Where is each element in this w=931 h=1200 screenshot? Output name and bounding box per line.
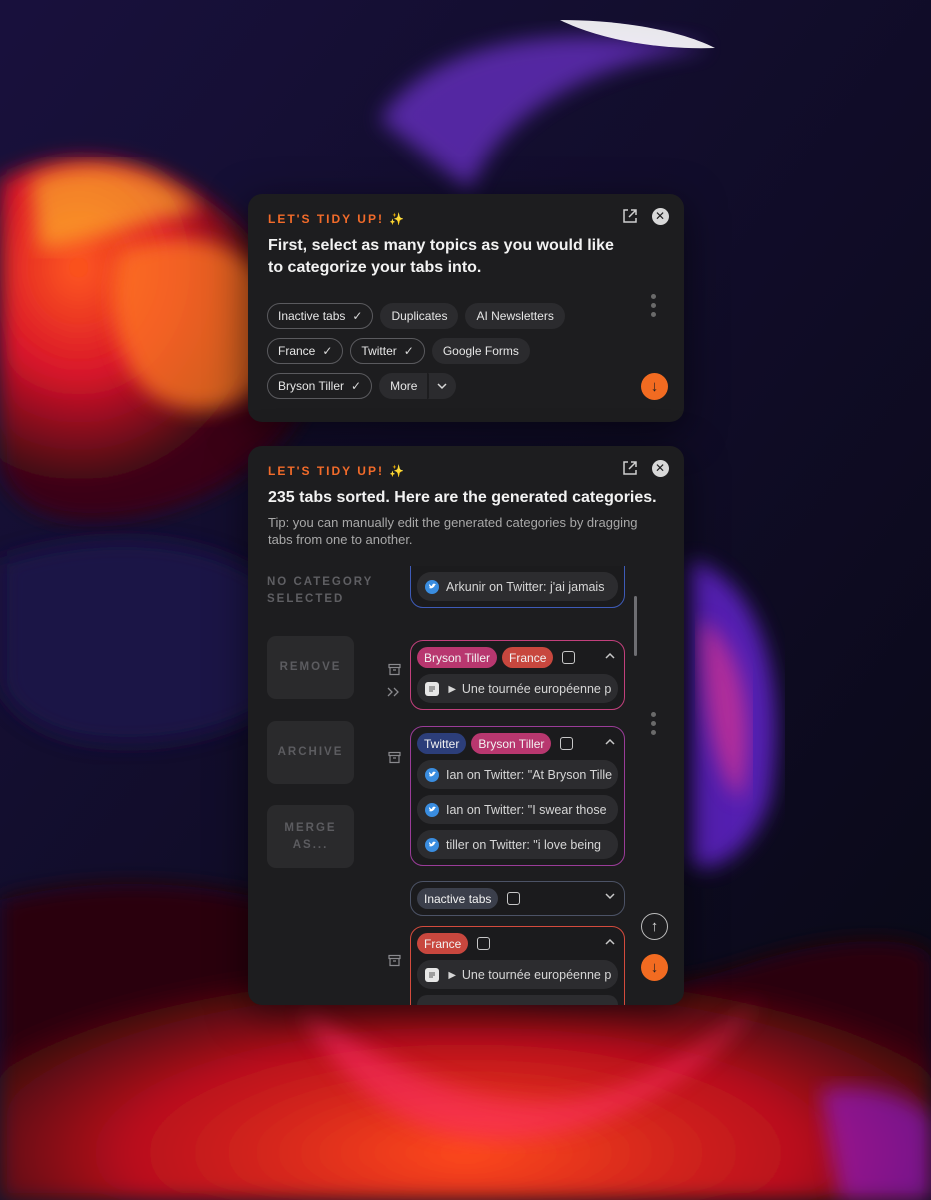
panel-title: 235 tabs sorted. Here are the generated … — [268, 489, 657, 506]
chip-row: Bryson Tiller ✓ More — [267, 373, 597, 399]
category-header — [411, 566, 624, 572]
category-tag[interactable]: Bryson Tiller — [417, 647, 498, 668]
kebab-menu-icon[interactable] — [651, 294, 657, 317]
chevron-up-icon[interactable] — [605, 936, 615, 948]
twitter-icon — [425, 802, 439, 817]
category-card[interactable]: Arkunir on Twitter: j'ai jamais — [410, 566, 625, 608]
chip-google-forms[interactable]: Google Forms — [431, 338, 530, 364]
no-category-label: NO CATEGORY SELECTED — [267, 576, 374, 605]
chip-label: More — [390, 379, 418, 393]
chip-duplicates[interactable]: Duplicates — [380, 303, 459, 329]
check-icon: ✓ — [403, 344, 414, 358]
chevron-up-icon[interactable] — [605, 736, 615, 748]
panel-title: First, select as many topics as you woul… — [268, 237, 614, 276]
chip-label: AI Newsletters — [476, 309, 554, 323]
categories-panel: LET'S TIDY UP! ✨ ✕ 235 tabs sorted. Here… — [248, 446, 684, 1005]
arrow-up-icon[interactable]: ↑ — [641, 913, 668, 940]
chevron-down-icon[interactable] — [605, 891, 615, 903]
category-card[interactable]: France ► Une tournée européenne p — [410, 926, 625, 1005]
chevron-up-icon[interactable] — [605, 650, 615, 662]
tab-title: ► Une tournée européenne p — [446, 681, 612, 696]
twitter-icon — [425, 767, 439, 782]
tab-item[interactable]: ► Une tournée européenne p — [417, 960, 618, 989]
document-icon — [425, 681, 439, 696]
category-checkbox[interactable] — [560, 737, 574, 750]
merge-arrows-icon[interactable] — [386, 684, 402, 700]
chip-label: Google Forms — [442, 344, 519, 358]
tab-title: Ian on Twitter: "At Bryson Tille — [446, 767, 613, 782]
more-dropdown-toggle[interactable] — [428, 373, 457, 399]
merge-as-button[interactable]: MERGE AS... — [267, 805, 354, 868]
category-header: Bryson Tiller France — [411, 641, 624, 674]
category-card[interactable]: Inactive tabs — [410, 881, 625, 916]
tab-title: tiller on Twitter: "i love being — [446, 837, 601, 852]
tip-text: Tip: you can manually edit the generated… — [268, 515, 638, 547]
topic-chips: Inactive tabs ✓ Duplicates AI Newsletter… — [267, 303, 597, 408]
topic-selection-panel: LET'S TIDY UP! ✨ ✕ First, select as many… — [248, 194, 684, 422]
category-checkbox[interactable] — [477, 937, 491, 950]
external-link-icon[interactable] — [620, 458, 640, 478]
tab-title: Ian on Twitter: "I swear those — [446, 802, 607, 817]
category-header: France — [411, 927, 624, 960]
category-tag[interactable]: Inactive tabs — [417, 888, 499, 909]
check-icon: ✓ — [351, 379, 362, 393]
tab-item[interactable]: ► Une tournée européenne p — [417, 674, 618, 703]
kebab-menu-icon[interactable] — [651, 712, 657, 735]
tab-item[interactable]: Ian on Twitter: "I swear those — [417, 795, 618, 824]
close-icon[interactable]: ✕ — [650, 206, 670, 226]
category-tag[interactable]: France — [502, 647, 554, 668]
chip-bryson-tiller[interactable]: Bryson Tiller ✓ — [267, 373, 373, 399]
tab-item[interactable]: Arkunir on Twitter: j'ai jamais — [417, 572, 618, 601]
category-card[interactable]: Bryson Tiller France ► Une tournée europ… — [410, 640, 625, 710]
document-icon — [425, 967, 439, 982]
arrow-down-icon[interactable]: ↓ — [641, 954, 668, 981]
chip-row: France ✓ Twitter ✓ Google Forms — [267, 338, 597, 364]
archive-icon[interactable] — [386, 952, 402, 968]
scrollbar[interactable] — [634, 596, 637, 656]
twitter-icon — [425, 579, 439, 594]
more-button[interactable]: More — [379, 373, 428, 399]
chip-twitter[interactable]: Twitter ✓ — [350, 338, 425, 364]
category-checkbox[interactable] — [507, 892, 521, 905]
chip-inactive-tabs[interactable]: Inactive tabs ✓ — [267, 303, 374, 329]
arrow-down-icon[interactable]: ↓ — [641, 373, 668, 400]
check-icon: ✓ — [322, 344, 333, 358]
category-header: Inactive tabs — [411, 882, 624, 915]
twitter-icon — [425, 837, 439, 852]
close-icon[interactable]: ✕ — [650, 458, 670, 478]
tab-item[interactable]: tiller on Twitter: "i love being — [417, 830, 618, 859]
chevron-down-icon — [437, 379, 447, 393]
archive-icon[interactable] — [386, 661, 402, 677]
tab-title: ► Une tournée européenne p — [446, 967, 612, 982]
chip-label: Duplicates — [391, 309, 448, 323]
category-list[interactable]: Arkunir on Twitter: j'ai jamais Bryson T… — [408, 566, 648, 1005]
chip-france[interactable]: France ✓ — [267, 338, 344, 364]
external-link-icon[interactable] — [620, 206, 640, 226]
category-tag[interactable]: Bryson Tiller — [471, 733, 552, 754]
tab-item[interactable]: Ian on Twitter: "At Bryson Tille — [417, 760, 618, 789]
tab-item[interactable] — [417, 995, 618, 1005]
category-header: Twitter Bryson Tiller — [411, 727, 624, 760]
panel-kicker: LET'S TIDY UP! ✨ — [268, 212, 407, 226]
panel-kicker: LET'S TIDY UP! ✨ — [268, 464, 407, 478]
category-tag[interactable]: France — [417, 933, 469, 954]
chip-row: Inactive tabs ✓ Duplicates AI Newsletter… — [267, 303, 597, 329]
archive-icon[interactable] — [386, 749, 402, 765]
check-icon: ✓ — [352, 309, 363, 323]
chip-label: France — [278, 344, 316, 358]
tab-title: Arkunir on Twitter: j'ai jamais — [446, 579, 605, 594]
chip-label: Twitter — [361, 344, 397, 358]
category-checkbox[interactable] — [562, 651, 576, 664]
archive-button[interactable]: ARCHIVE — [267, 721, 354, 784]
chip-ai-newsletters[interactable]: AI Newsletters — [465, 303, 565, 329]
category-card[interactable]: Twitter Bryson Tiller Ian on Twitter: "A… — [410, 726, 625, 866]
chip-label: Bryson Tiller — [278, 379, 345, 393]
category-tag[interactable]: Twitter — [417, 733, 467, 754]
remove-button[interactable]: REMOVE — [267, 636, 354, 699]
chip-label: Inactive tabs — [278, 309, 346, 323]
